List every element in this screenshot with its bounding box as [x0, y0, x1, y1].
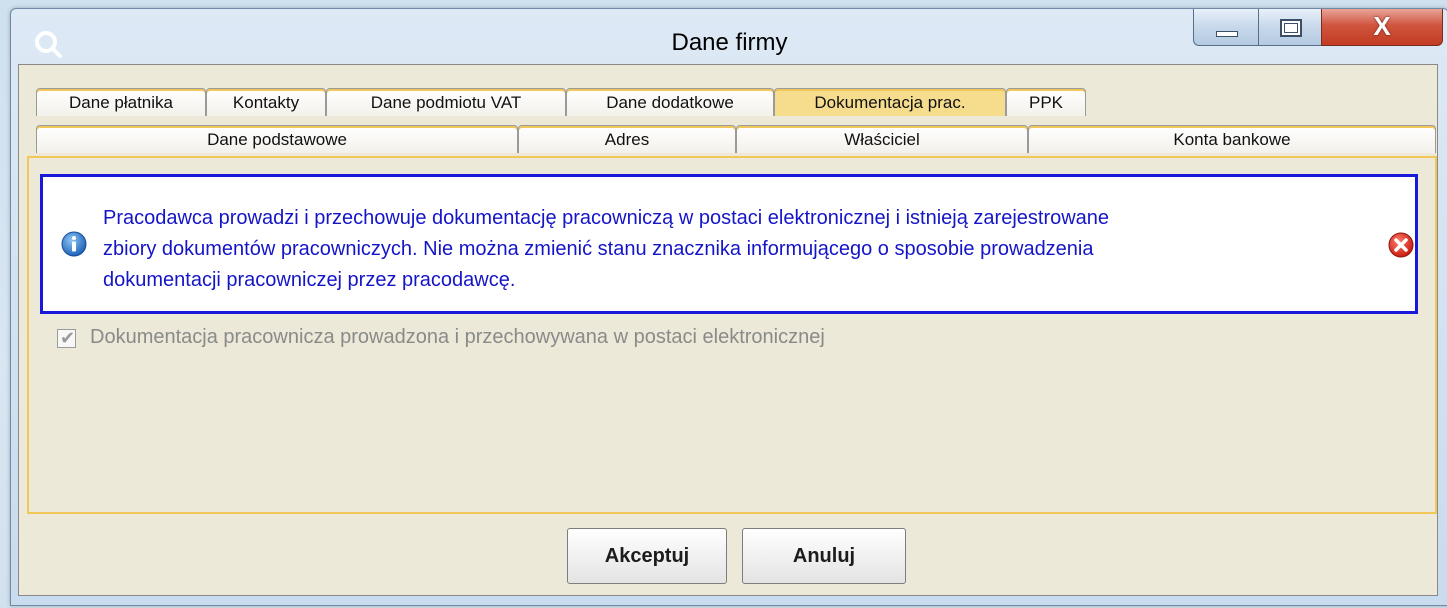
info-line-1: Pracodawca prowadzi i przechowuje dokume… — [103, 207, 1110, 229]
dismiss-error-icon[interactable] — [1386, 230, 1416, 260]
electronic-docs-checkbox-label: Dokumentacja pracownicza prowadzona i pr… — [90, 326, 825, 348]
dialog-footer: Akceptuj Anuluj — [18, 516, 1436, 594]
info-line-2: zbiory dokumentów pracowniczych. Nie moż… — [103, 238, 1094, 260]
maximize-button[interactable] — [1258, 9, 1322, 46]
minimize-button[interactable] — [1193, 9, 1259, 46]
close-icon: X — [1373, 11, 1391, 41]
tab-wlasciciel[interactable]: Właściciel — [736, 125, 1028, 153]
info-message-text: Pracodawca prowadzi i przechowuje dokume… — [103, 203, 1363, 296]
tab-kontakty[interactable]: Kontakty — [206, 88, 326, 116]
tab-dokumentacja-prac[interactable]: Dokumentacja prac. — [774, 88, 1006, 116]
accept-button[interactable]: Akceptuj — [567, 528, 727, 584]
tab-dane-platnika[interactable]: Dane płatnika — [36, 88, 206, 116]
tab-konta-bankowe[interactable]: Konta bankowe — [1028, 125, 1436, 153]
electronic-docs-checkbox[interactable]: ✔ — [57, 328, 76, 348]
cancel-button[interactable]: Anuluj — [742, 528, 906, 584]
info-line-3: dokumentacji pracowniczej przez pracodaw… — [103, 269, 516, 291]
tab-dane-podmiotu-vat[interactable]: Dane podmiotu VAT — [326, 88, 566, 116]
checkmark-icon: ✔ — [60, 328, 76, 348]
tab-adres[interactable]: Adres — [518, 125, 736, 153]
tab-ppk[interactable]: PPK — [1006, 88, 1086, 116]
tab-dane-podstawowe[interactable]: Dane podstawowe — [36, 125, 518, 153]
close-button[interactable]: X — [1321, 9, 1443, 46]
info-icon — [61, 231, 87, 257]
tab-dane-dodatkowe[interactable]: Dane dodatkowe — [566, 88, 774, 116]
